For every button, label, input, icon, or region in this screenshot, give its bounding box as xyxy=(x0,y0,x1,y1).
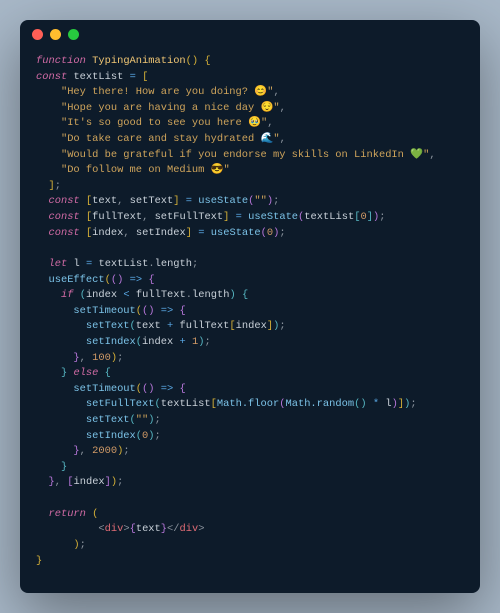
string-literal-4: "Would be grateful if you endorse my ski… xyxy=(61,149,429,161)
string-literal-1: "Hope you are having a nice day 😌" xyxy=(61,102,280,114)
string-empty: "" xyxy=(136,414,148,426)
window-titlebar xyxy=(20,20,480,48)
terminal-window: function TypingAnimation() { const textL… xyxy=(20,20,480,593)
keyword-const: const xyxy=(48,195,79,207)
jsx-div-open: div xyxy=(105,523,124,535)
call-setIndex: setIndex xyxy=(86,336,136,348)
var-setText: setText xyxy=(130,195,174,207)
keyword-return: return xyxy=(48,508,85,520)
zoom-icon[interactable] xyxy=(68,29,79,40)
ref-textList: textList xyxy=(304,211,354,223)
prop-length: length xyxy=(155,258,192,270)
call-useState: useState xyxy=(211,227,261,239)
call-useState: useState xyxy=(248,211,298,223)
call-setText: setText xyxy=(86,414,130,426)
close-icon[interactable] xyxy=(32,29,43,40)
ref-fullText: fullText xyxy=(136,289,186,301)
string-literal-0: "Hey there! How are you doing? 😊" xyxy=(61,86,273,98)
var-textList: textList xyxy=(73,71,123,83)
minimize-icon[interactable] xyxy=(50,29,61,40)
var-fullText: fullText xyxy=(92,211,142,223)
code-block: function TypingAnimation() { const textL… xyxy=(20,48,480,593)
ref-text: text xyxy=(136,523,161,535)
var-text: text xyxy=(92,195,117,207)
string-literal-5: "Do follow me on Medium 😎" xyxy=(61,164,230,176)
prop-length: length xyxy=(192,289,229,301)
var-setFullText: setFullText xyxy=(155,211,224,223)
ref-text: text xyxy=(136,320,161,332)
call-setTimeout: setTimeout xyxy=(73,305,135,317)
ref-index: index xyxy=(73,476,104,488)
num-2000: 2000 xyxy=(92,445,117,457)
keyword-const: const xyxy=(48,211,79,223)
arrow: => xyxy=(130,274,142,286)
call-math-random: Math.random xyxy=(285,398,354,410)
string-literal-2: "It's so good to see you here 🥹" xyxy=(61,117,267,129)
arrow: => xyxy=(161,383,173,395)
keyword-const: const xyxy=(36,71,67,83)
call-setIndex: setIndex xyxy=(86,430,136,442)
call-setTimeout: setTimeout xyxy=(73,383,135,395)
string-empty: "" xyxy=(254,195,266,207)
num-100: 100 xyxy=(92,352,111,364)
keyword-let: let xyxy=(48,258,67,270)
call-math-floor: Math.floor xyxy=(217,398,279,410)
ref-textList: textList xyxy=(98,258,148,270)
keyword-else: else xyxy=(73,367,98,379)
ref-index: index xyxy=(142,336,173,348)
ref-fullText: fullText xyxy=(180,320,230,332)
keyword-const: const xyxy=(48,227,79,239)
var-setIndex: setIndex xyxy=(136,227,186,239)
call-setFullText: setFullText xyxy=(86,398,155,410)
function-name: TypingAnimation xyxy=(92,55,186,67)
call-useEffect: useEffect xyxy=(48,274,104,286)
ref-textList: textList xyxy=(161,398,211,410)
call-setText: setText xyxy=(86,320,130,332)
jsx-div-close: div xyxy=(180,523,199,535)
var-l: l xyxy=(73,258,79,270)
arrow: => xyxy=(161,305,173,317)
string-literal-3: "Do take care and stay hydrated 🌊" xyxy=(61,133,280,145)
var-index: index xyxy=(92,227,123,239)
keyword-if: if xyxy=(61,289,73,301)
ref-index: index xyxy=(236,320,267,332)
call-useState: useState xyxy=(198,195,248,207)
ref-index: index xyxy=(86,289,117,301)
keyword-function: function xyxy=(36,55,86,67)
